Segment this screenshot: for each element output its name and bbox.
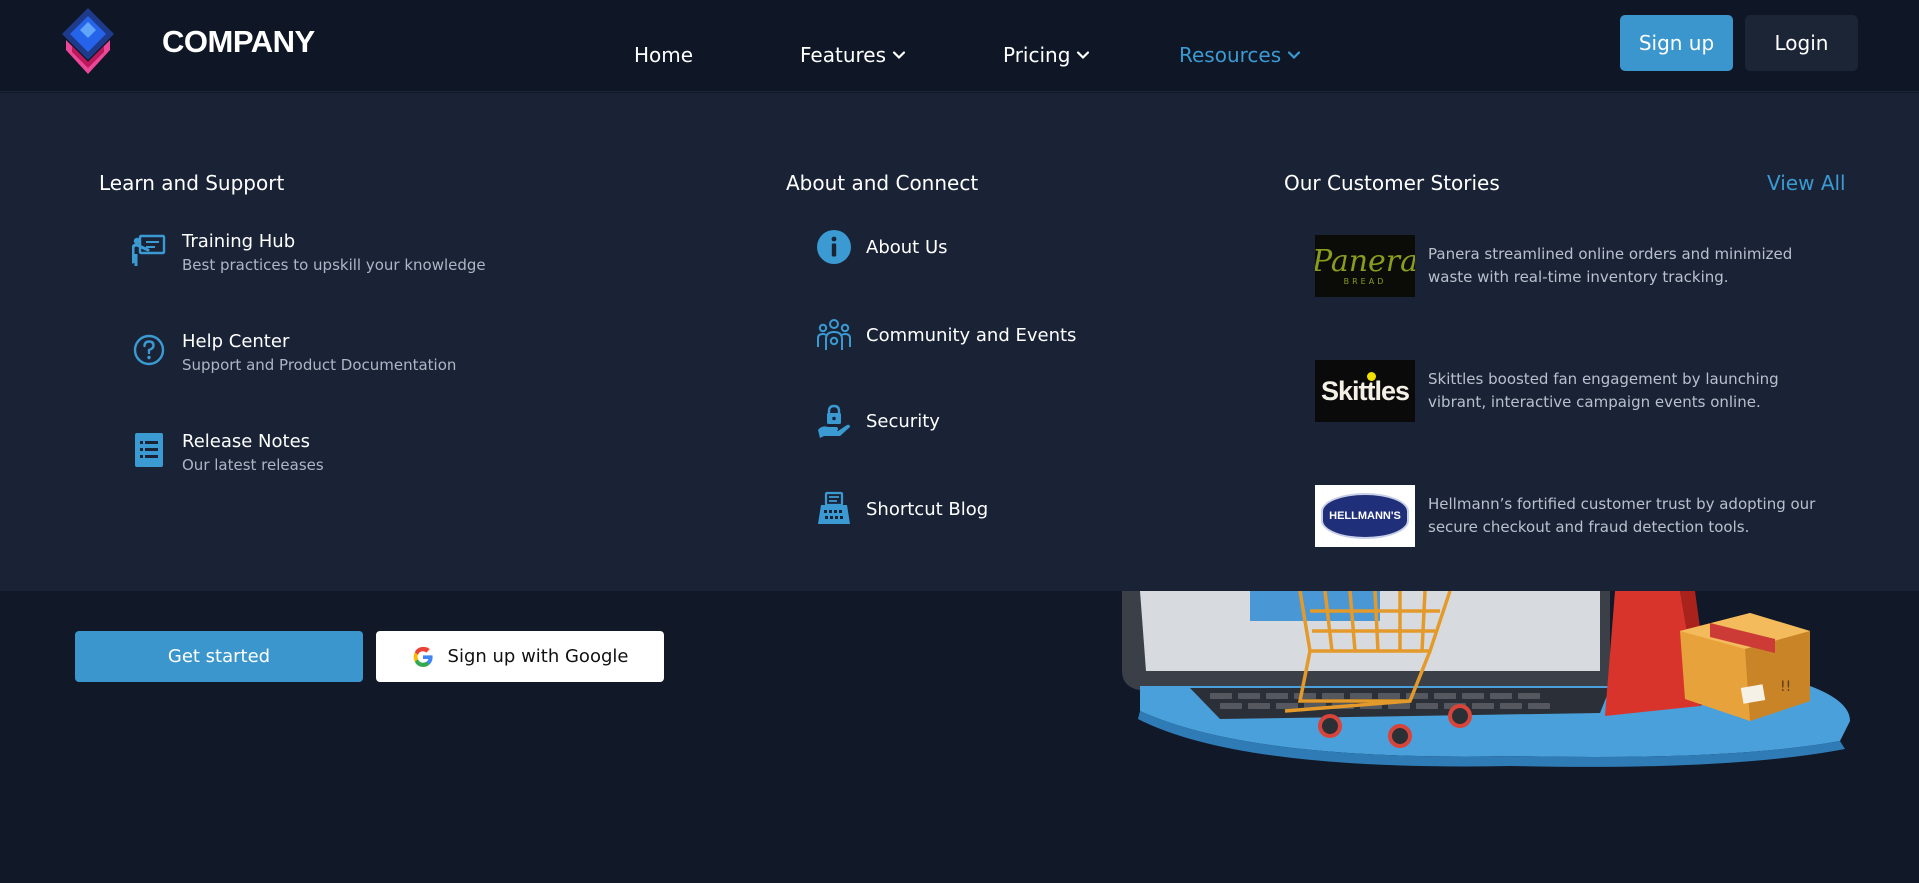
- typewriter-icon: [818, 491, 850, 524]
- story-panera[interactable]: Panera BREAD Panera streamlined online o…: [1315, 235, 1828, 297]
- nav-features-label: Features: [800, 43, 886, 67]
- help-center-subtitle: Support and Product Documentation: [182, 356, 457, 374]
- view-all-link[interactable]: View All: [1767, 171, 1846, 195]
- story-panera-text: Panera streamlined online orders and min…: [1428, 245, 1793, 286]
- skittles-logo-dot: [1367, 372, 1376, 381]
- svg-text:!!: !!: [1780, 679, 1791, 695]
- security-label: Security: [866, 410, 940, 432]
- get-started-button[interactable]: Get started: [75, 631, 363, 682]
- info-icon: [817, 230, 851, 264]
- panera-logo-subtext: BREAD: [1343, 276, 1387, 286]
- nav-home[interactable]: Home: [634, 43, 693, 67]
- panera-logo: Panera BREAD: [1315, 235, 1415, 297]
- chevron-down-icon: [1288, 51, 1301, 60]
- menu-item-training-hub[interactable]: Training Hub Best practices to upskill y…: [132, 230, 486, 276]
- google-icon: [413, 646, 433, 667]
- menu-item-about-us[interactable]: About Us: [816, 229, 948, 265]
- menu-item-help-center[interactable]: Help Center Support and Product Document…: [132, 330, 456, 376]
- resources-mega-menu: Learn and Support Training Hub Best prac…: [0, 93, 1919, 591]
- nav-pricing[interactable]: Pricing: [1003, 43, 1090, 67]
- brand-name[interactable]: COMPANY: [162, 24, 315, 60]
- chevron-down-icon: [892, 51, 906, 60]
- nav-features[interactable]: Features: [800, 43, 906, 67]
- security-lock-hand-icon: [818, 404, 850, 438]
- question-circle-icon: [133, 334, 165, 366]
- menu-item-community-events[interactable]: Community and Events: [816, 317, 1076, 353]
- story-hellmanns[interactable]: HELLMANN'S Hellmann’s fortified customer…: [1315, 485, 1828, 547]
- customer-stories-heading: Our Customer Stories: [1284, 171, 1500, 195]
- google-signup-label: Sign up with Google: [447, 646, 629, 667]
- training-hub-subtitle: Best practices to upskill your knowledge: [182, 256, 486, 274]
- nav-resources-label: Resources: [1179, 43, 1282, 67]
- training-hub-title: Training Hub: [182, 231, 296, 252]
- company-logo-icon[interactable]: [58, 6, 118, 78]
- menu-item-shortcut-blog[interactable]: Shortcut Blog: [816, 491, 988, 527]
- hellmanns-logo-text: HELLMANN'S: [1329, 510, 1401, 522]
- hellmanns-logo-badge: HELLMANN'S: [1321, 493, 1409, 539]
- chevron-down-icon: [1077, 51, 1090, 60]
- login-button[interactable]: Login: [1745, 15, 1858, 71]
- hellmanns-logo: HELLMANN'S: [1315, 485, 1415, 547]
- shopping-laptop-illustration: !!: [1122, 591, 1850, 767]
- google-signup-button[interactable]: Sign up with Google: [376, 631, 664, 682]
- help-center-title: Help Center: [182, 331, 290, 352]
- nav-home-label: Home: [634, 43, 694, 67]
- top-navbar: COMPANY Home Features Pricing Resources …: [0, 0, 1919, 92]
- nav-resources[interactable]: Resources: [1179, 43, 1301, 67]
- about-connect-heading: About and Connect: [786, 171, 979, 195]
- document-list-icon: [135, 433, 163, 467]
- community-icon: [817, 319, 851, 350]
- community-events-label: Community and Events: [866, 324, 1077, 346]
- story-hellmanns-text: Hellmann’s fortified customer trust by a…: [1428, 495, 1816, 536]
- skittles-logo-text: Skittles: [1320, 375, 1410, 406]
- panera-logo-text: Panera: [1315, 243, 1415, 279]
- presentation-icon: [132, 234, 166, 266]
- signup-button[interactable]: Sign up: [1620, 15, 1733, 71]
- story-skittles[interactable]: Skittles Skittles boosted fan engagement…: [1315, 360, 1828, 422]
- learn-support-heading: Learn and Support: [99, 171, 285, 195]
- release-notes-title: Release Notes: [182, 431, 311, 452]
- menu-item-security[interactable]: Security: [816, 403, 940, 439]
- release-notes-subtitle: Our latest releases: [182, 456, 324, 474]
- menu-item-release-notes[interactable]: Release Notes Our latest releases: [132, 430, 324, 476]
- skittles-logo: Skittles: [1315, 360, 1415, 422]
- nav-pricing-label: Pricing: [1003, 43, 1071, 67]
- shortcut-blog-label: Shortcut Blog: [866, 498, 989, 520]
- story-skittles-text: Skittles boosted fan engagement by launc…: [1428, 370, 1779, 411]
- about-us-label: About Us: [866, 236, 948, 258]
